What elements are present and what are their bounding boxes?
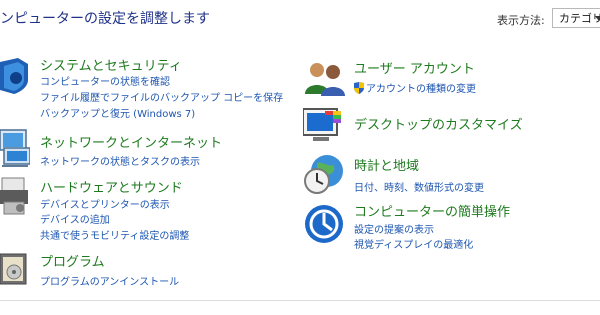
link-network-status-tasks[interactable]: ネットワークの状態とタスクの表示: [40, 153, 200, 168]
view-by-value: カテゴリ: [559, 12, 600, 25]
desktop-customization-icon[interactable]: [303, 107, 347, 143]
link-date-time-number-format[interactable]: 日付、時刻、数値形式の変更: [354, 179, 484, 194]
view-by-label: 表示方法:: [497, 14, 545, 27]
category-hardware-sound[interactable]: ハードウェアとサウンド: [40, 177, 183, 196]
chevron-down-icon: [595, 16, 600, 21]
footer-divider: [0, 300, 600, 301]
link-file-history-backup[interactable]: ファイル履歴でファイルのバックアップ コピーを保存: [40, 89, 283, 104]
link-change-account-type-label: アカウントの種類の変更: [366, 84, 476, 95]
category-system-security[interactable]: システムとセキュリティ: [40, 55, 182, 74]
link-check-computer-status[interactable]: コンピューターの状態を確認: [40, 73, 170, 88]
link-get-recommendations[interactable]: 設定の提案の表示: [354, 221, 434, 236]
category-network-internet[interactable]: ネットワークとインターネット: [40, 132, 222, 151]
user-accounts-icon[interactable]: [303, 60, 347, 96]
link-devices-printers[interactable]: デバイスとプリンターの表示: [40, 196, 170, 211]
hardware-sound-icon[interactable]: [0, 176, 30, 216]
page-title: ンピューターの設定を調整します: [0, 11, 210, 27]
category-user-accounts[interactable]: ユーザー アカウント: [354, 58, 475, 77]
link-uninstall-program[interactable]: プログラムのアンインストール: [40, 273, 179, 288]
ease-of-access-icon[interactable]: [303, 203, 345, 245]
link-change-account-type[interactable]: アカウントの種類の変更: [354, 80, 476, 95]
clock-region-icon[interactable]: [303, 153, 347, 195]
uac-shield-icon: [354, 82, 364, 94]
category-desktop-customization[interactable]: デスクトップのカスタマイズ: [354, 114, 523, 133]
category-clock-region[interactable]: 時計と地域: [354, 155, 419, 174]
link-optimize-visual-display[interactable]: 視覚ディスプレイの最適化: [354, 236, 473, 251]
network-internet-icon[interactable]: [0, 128, 30, 168]
system-security-icon[interactable]: [0, 58, 30, 94]
view-by-select[interactable]: カテゴリ: [552, 8, 600, 28]
link-add-device[interactable]: デバイスの追加: [40, 211, 110, 226]
link-backup-restore[interactable]: バックアップと復元 (Windows 7): [40, 105, 195, 120]
category-programs[interactable]: プログラム: [40, 251, 105, 270]
programs-icon[interactable]: [0, 250, 30, 286]
link-mobility-settings[interactable]: 共通で使うモビリティ設定の調整: [40, 227, 189, 242]
category-ease-of-access[interactable]: コンピューターの簡単操作: [354, 201, 510, 220]
